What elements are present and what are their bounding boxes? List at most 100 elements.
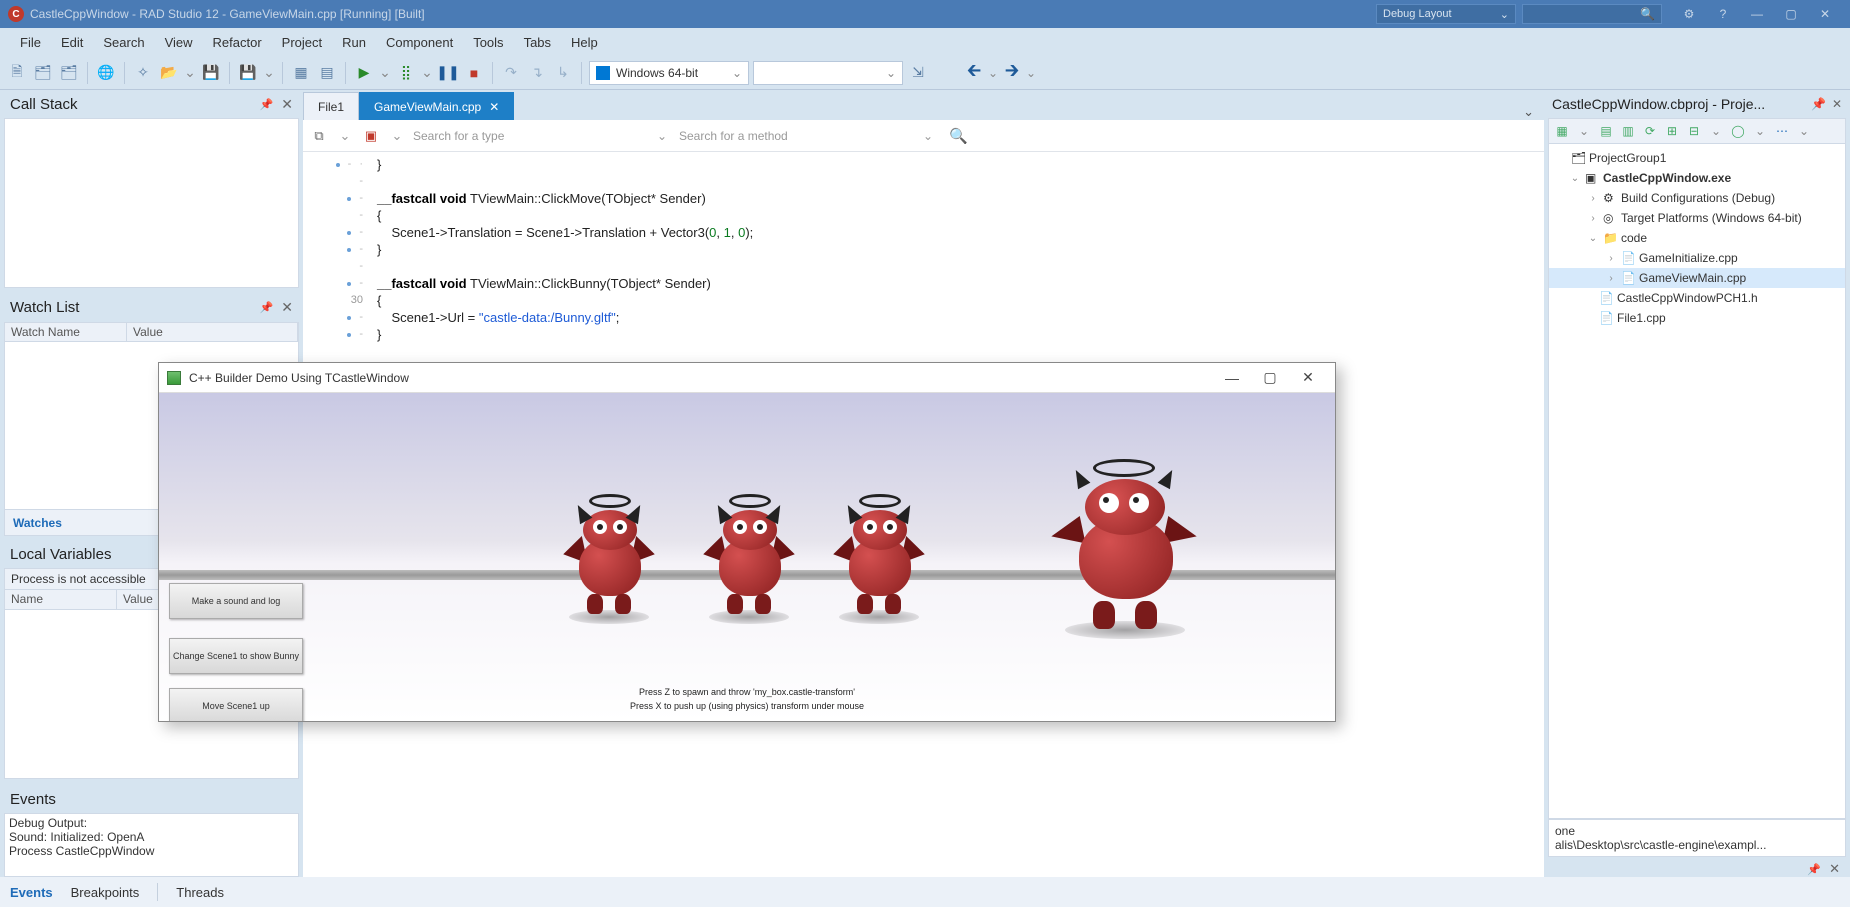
- nav-forward-icon[interactable]: 🡲: [1001, 62, 1023, 84]
- pause-icon[interactable]: ❚❚: [437, 62, 459, 84]
- menu-help[interactable]: Help: [561, 31, 608, 54]
- search-method-input[interactable]: Search for a method ⌄: [679, 125, 939, 147]
- tab-breakpoints[interactable]: Breakpoints: [71, 885, 140, 900]
- menu-component[interactable]: Component: [376, 31, 463, 54]
- tab-threads[interactable]: Threads: [176, 885, 224, 900]
- chevron-down-icon[interactable]: ⌄: [1025, 62, 1037, 84]
- stop-icon[interactable]: ■: [463, 62, 485, 84]
- pin-icon[interactable]: 📌: [1811, 97, 1826, 111]
- folder-icon: 📁: [1603, 231, 1617, 245]
- platform-combo-label: Windows 64-bit: [616, 66, 698, 80]
- menu-tabs[interactable]: Tabs: [514, 31, 561, 54]
- minimize-icon[interactable]: —: [1740, 0, 1774, 28]
- menu-view[interactable]: View: [155, 31, 203, 54]
- ide-search-box[interactable]: 🔍: [1522, 4, 1662, 24]
- game-window-title-bar[interactable]: C++ Builder Demo Using TCastleWindow — ▢…: [159, 363, 1335, 393]
- maximize-icon[interactable]: ▢: [1774, 0, 1808, 28]
- watch-col-value[interactable]: Value: [127, 323, 298, 341]
- collapse-icon[interactable]: ⊟: [1685, 122, 1703, 140]
- menu-edit[interactable]: Edit: [51, 31, 93, 54]
- pin-icon[interactable]: 📌: [260, 301, 274, 314]
- step-out-icon[interactable]: ↳: [552, 62, 574, 84]
- menu-tools[interactable]: Tools: [463, 31, 513, 54]
- close-icon[interactable]: ✕: [1832, 97, 1842, 111]
- view-form-icon[interactable]: ▦: [290, 62, 312, 84]
- maximize-icon[interactable]: ▢: [1251, 363, 1289, 393]
- game-viewport[interactable]: Make a sound and log Change Scene1 to sh…: [159, 393, 1335, 721]
- chevron-down-icon[interactable]: ⌄: [263, 62, 275, 84]
- chevron-down-icon[interactable]: ⌄: [1513, 104, 1544, 120]
- pin-icon[interactable]: 📌: [260, 98, 274, 111]
- search-type-input[interactable]: Search for a type ⌄: [413, 125, 673, 147]
- chevron-down-icon[interactable]: ⌄: [1795, 122, 1813, 140]
- platform-combo[interactable]: Windows 64-bit ⌄: [589, 61, 749, 85]
- menu-refactor[interactable]: Refactor: [203, 31, 272, 54]
- watch-col-name[interactable]: Watch Name: [5, 323, 127, 341]
- chevron-down-icon[interactable]: ⌄: [1575, 122, 1593, 140]
- call-stack-body: [4, 118, 299, 288]
- tab-file1[interactable]: File1: [303, 92, 359, 120]
- search-icon[interactable]: 🔍: [949, 127, 968, 145]
- device-combo[interactable]: ⌄: [753, 61, 903, 85]
- chevron-down-icon[interactable]: ⌄: [379, 62, 391, 84]
- open-folder-icon[interactable]: 📂: [158, 62, 180, 84]
- run-no-debug-icon[interactable]: ⣿: [395, 62, 417, 84]
- close-icon[interactable]: ✕: [1808, 0, 1842, 28]
- expand-icon[interactable]: ⊞: [1663, 122, 1681, 140]
- chevron-down-icon[interactable]: ⌄: [1707, 122, 1725, 140]
- close-icon[interactable]: ✕: [281, 299, 293, 316]
- more-icon[interactable]: ⋯: [1773, 122, 1791, 140]
- chevron-down-icon[interactable]: ⌄: [184, 62, 196, 84]
- minimize-icon[interactable]: —: [1213, 363, 1251, 393]
- chevron-down-icon[interactable]: ⌄: [421, 62, 433, 84]
- step-over-icon[interactable]: ↷: [500, 62, 522, 84]
- close-icon[interactable]: ✕: [281, 96, 293, 113]
- chevron-down-icon[interactable]: ⌄: [387, 126, 407, 146]
- project-tree[interactable]: 🗂ProjectGroup1 ⌄▣CastleCppWindow.exe ›⚙B…: [1548, 144, 1846, 819]
- game-btn-move[interactable]: Move Scene1 up: [169, 688, 303, 721]
- class-view-icon[interactable]: ⧉: [309, 126, 329, 146]
- deploy-icon[interactable]: ⇲: [907, 62, 929, 84]
- editor-toolbar: ⧉ ⌄ ▣ ⌄ Search for a type ⌄ Search for a…: [303, 120, 1544, 152]
- new-file-icon[interactable]: ✧: [132, 62, 154, 84]
- save-all-icon[interactable]: 💾: [237, 62, 259, 84]
- close-icon[interactable]: ✕: [489, 100, 499, 114]
- help-icon[interactable]: ?: [1706, 0, 1740, 28]
- chevron-down-icon[interactable]: ⌄: [987, 62, 999, 84]
- sync-icon[interactable]: ◯: [1729, 122, 1747, 140]
- filter-icon[interactable]: ▣: [361, 126, 381, 146]
- demon-character: [829, 498, 929, 618]
- menu-file[interactable]: File: [10, 31, 51, 54]
- close-icon[interactable]: ✕: [1829, 861, 1840, 877]
- open-project-icon[interactable]: 🗂: [32, 62, 54, 84]
- tab-events[interactable]: Events: [10, 885, 53, 900]
- menu-project[interactable]: Project: [272, 31, 332, 54]
- sort-icon[interactable]: ▥: [1619, 122, 1637, 140]
- game-btn-bunny[interactable]: Change Scene1 to show Bunny: [169, 638, 303, 674]
- nav-back-icon[interactable]: 🡰: [963, 62, 985, 84]
- step-into-icon[interactable]: ↴: [526, 62, 548, 84]
- gear-icon[interactable]: ⚙: [1672, 0, 1706, 28]
- tab-watches[interactable]: Watches: [13, 516, 62, 530]
- run-icon[interactable]: ▶: [353, 62, 375, 84]
- save-icon[interactable]: 💾: [200, 62, 222, 84]
- new-items-icon[interactable]: 🗎: [6, 62, 28, 84]
- refresh-icon[interactable]: ⟳: [1641, 122, 1659, 140]
- add-new-icon[interactable]: ▦: [1553, 122, 1571, 140]
- tab-gameviewmain[interactable]: GameViewMain.cpp✕: [359, 92, 514, 120]
- menu-search[interactable]: Search: [93, 31, 154, 54]
- demon-character-large: [1049, 463, 1199, 633]
- pin-icon[interactable]: 📌: [1807, 863, 1821, 876]
- game-btn-sound[interactable]: Make a sound and log: [169, 583, 303, 619]
- save-project-icon[interactable]: 🗂: [58, 62, 80, 84]
- globe-icon[interactable]: 🌐: [95, 62, 117, 84]
- windows-flag-icon: [596, 66, 610, 80]
- view-unit-icon[interactable]: ▤: [316, 62, 338, 84]
- menu-run[interactable]: Run: [332, 31, 376, 54]
- toggle-icon[interactable]: ▤: [1597, 122, 1615, 140]
- layout-combo[interactable]: Debug Layout ⌄: [1376, 4, 1516, 24]
- close-icon[interactable]: ✕: [1289, 363, 1327, 393]
- local-col-name[interactable]: Name: [5, 590, 117, 609]
- chevron-down-icon[interactable]: ⌄: [335, 126, 355, 146]
- chevron-down-icon[interactable]: ⌄: [1751, 122, 1769, 140]
